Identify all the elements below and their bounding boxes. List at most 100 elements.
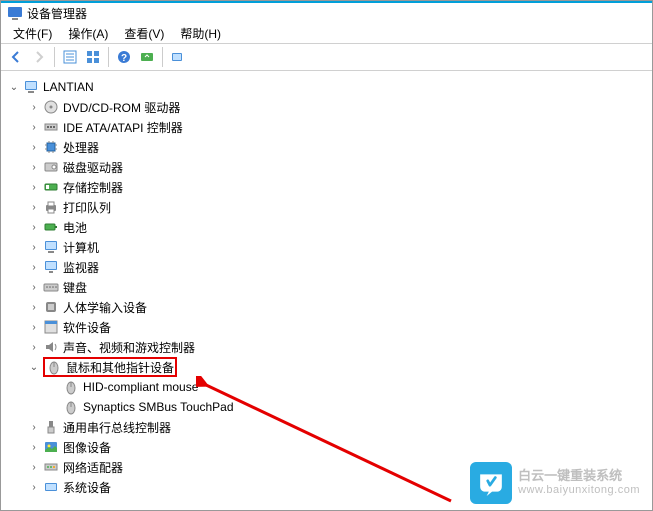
- tree-item-label: 人体学输入设备: [63, 299, 147, 316]
- expand-icon[interactable]: ›: [27, 300, 41, 314]
- tree-item[interactable]: › 键盘: [27, 277, 652, 297]
- app-icon: [7, 5, 23, 21]
- image-icon: [43, 439, 59, 455]
- forward-button[interactable]: [28, 46, 50, 68]
- tree-item-label: 软件设备: [63, 319, 111, 336]
- monitor-icon: [43, 259, 59, 275]
- tree-item-label: 声音、视频和游戏控制器: [63, 339, 195, 356]
- expand-icon[interactable]: ›: [27, 220, 41, 234]
- tree-item[interactable]: › 存储控制器: [27, 177, 652, 197]
- expand-icon[interactable]: ›: [27, 440, 41, 454]
- disc-icon: [43, 99, 59, 115]
- tree-item-label: 监视器: [63, 259, 99, 276]
- tree-item[interactable]: › 电池: [27, 217, 652, 237]
- tree-item-label: 通用串行总线控制器: [63, 419, 171, 436]
- audio-icon: [43, 339, 59, 355]
- svg-text:?: ?: [121, 53, 127, 64]
- root-label: LANTIAN: [43, 80, 94, 94]
- tree-item[interactable]: HID-compliant mouse: [47, 377, 652, 397]
- tree-item-label: 存储控制器: [63, 179, 123, 196]
- mouse-icon: [63, 399, 79, 415]
- ide-icon: [43, 119, 59, 135]
- computer-icon: [23, 79, 39, 95]
- expand-icon[interactable]: ›: [27, 120, 41, 134]
- toolbar-separator: [162, 47, 163, 67]
- computer-icon: [43, 239, 59, 255]
- expand-icon[interactable]: ›: [27, 240, 41, 254]
- expand-icon[interactable]: ⌄: [7, 80, 21, 94]
- tree-root[interactable]: ⌄ LANTIAN: [7, 77, 652, 97]
- device-tree: ⌄ LANTIAN › DVD/CD-ROM 驱动器 › IDE ATA/ATAPI …: [1, 77, 652, 497]
- tree-item[interactable]: ›图像设备: [27, 437, 652, 457]
- expand-icon[interactable]: ›: [27, 260, 41, 274]
- tree-item[interactable]: › 监视器: [27, 257, 652, 277]
- tree-item-label: DVD/CD-ROM 驱动器: [63, 99, 180, 116]
- tree-item-label: 键盘: [63, 279, 87, 296]
- expand-icon[interactable]: ›: [27, 140, 41, 154]
- expand-icon[interactable]: ›: [27, 200, 41, 214]
- keyboard-icon: [43, 279, 59, 295]
- tree-item[interactable]: › 声音、视频和游戏控制器: [27, 337, 652, 357]
- tree-item-label: Synaptics SMBus TouchPad: [83, 400, 234, 414]
- expand-icon[interactable]: ›: [27, 280, 41, 294]
- tree-item[interactable]: Synaptics SMBus TouchPad: [47, 397, 652, 417]
- expand-icon[interactable]: ›: [27, 420, 41, 434]
- title-bar: 设备管理器: [1, 1, 652, 23]
- tree-item-label: 电池: [63, 219, 87, 236]
- tree-item[interactable]: ⌄鼠标和其他指针设备: [27, 357, 652, 377]
- expand-icon[interactable]: ›: [27, 160, 41, 174]
- properties-button[interactable]: [59, 46, 81, 68]
- usb-icon: [43, 419, 59, 435]
- tree-item-label: 网络适配器: [63, 459, 123, 476]
- details-button[interactable]: [82, 46, 104, 68]
- tree-item[interactable]: ›磁盘驱动器: [27, 157, 652, 177]
- device-tree-scroll[interactable]: ⌄ LANTIAN › DVD/CD-ROM 驱动器 › IDE ATA/ATAPI …: [1, 73, 652, 510]
- help-button[interactable]: ?: [113, 46, 135, 68]
- menu-bar: 文件(F) 操作(A) 查看(V) 帮助(H): [1, 23, 652, 43]
- cpu-icon: [43, 139, 59, 155]
- storage-icon: [43, 179, 59, 195]
- mouse-icon: [63, 379, 79, 395]
- expand-icon[interactable]: ›: [27, 100, 41, 114]
- expand-icon[interactable]: ›: [27, 480, 41, 494]
- printer-icon: [43, 199, 59, 215]
- collapse-icon[interactable]: ⌄: [27, 360, 41, 374]
- expand-icon[interactable]: ›: [27, 320, 41, 334]
- menu-view[interactable]: 查看(V): [116, 23, 172, 44]
- tree-item[interactable]: › DVD/CD-ROM 驱动器: [27, 97, 652, 117]
- expand-icon[interactable]: ›: [27, 180, 41, 194]
- highlight-box: 鼠标和其他指针设备: [43, 357, 177, 377]
- tree-item[interactable]: › 打印队列: [27, 197, 652, 217]
- back-button[interactable]: [5, 46, 27, 68]
- tree-item[interactable]: › 人体学输入设备: [27, 297, 652, 317]
- tree-item[interactable]: › IDE ATA/ATAPI 控制器: [27, 117, 652, 137]
- hid-icon: [43, 299, 59, 315]
- mouse-icon: [46, 359, 62, 375]
- window-title: 设备管理器: [27, 5, 87, 22]
- tree-item[interactable]: › 系统设备: [27, 477, 652, 497]
- system-icon: [43, 479, 59, 495]
- toolbar-separator: [54, 47, 55, 67]
- tree-item[interactable]: › 网络适配器: [27, 457, 652, 477]
- disk-icon: [43, 159, 59, 175]
- network-icon: [43, 459, 59, 475]
- expand-icon[interactable]: ›: [27, 460, 41, 474]
- toolbar: ?: [1, 43, 652, 71]
- tree-item[interactable]: › 软件设备: [27, 317, 652, 337]
- battery-icon: [43, 219, 59, 235]
- menu-help[interactable]: 帮助(H): [172, 23, 229, 44]
- expand-icon[interactable]: ›: [27, 340, 41, 354]
- scan-hardware-button[interactable]: [136, 46, 158, 68]
- tree-item-label: 计算机: [63, 239, 99, 256]
- show-hidden-button[interactable]: [167, 46, 189, 68]
- tree-item[interactable]: › 计算机: [27, 237, 652, 257]
- tree-item-label: 处理器: [63, 139, 99, 156]
- menu-file[interactable]: 文件(F): [5, 23, 60, 44]
- tree-item-label: HID-compliant mouse: [83, 380, 198, 394]
- menu-action[interactable]: 操作(A): [60, 23, 116, 44]
- tree-item[interactable]: › 处理器: [27, 137, 652, 157]
- tree-item-label: 系统设备: [63, 479, 111, 496]
- tree-item-label: 打印队列: [63, 199, 111, 216]
- tree-item-label: IDE ATA/ATAPI 控制器: [63, 119, 183, 136]
- tree-item[interactable]: › 通用串行总线控制器: [27, 417, 652, 437]
